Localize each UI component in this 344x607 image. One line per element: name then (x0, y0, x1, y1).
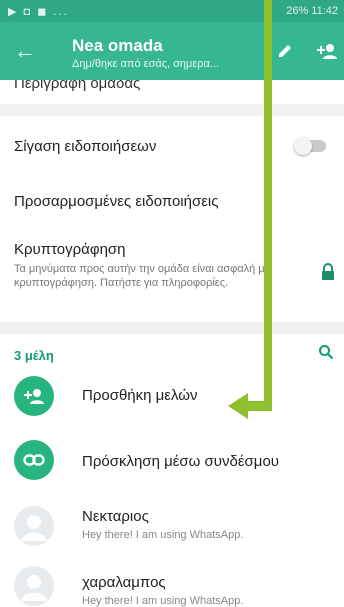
divider (0, 104, 344, 116)
member-name[interactable]: χαραλαμπος (82, 574, 166, 591)
status-bar: ▶ ◘ ◼ ... 26% 11:42 (0, 0, 344, 22)
link-icon[interactable] (14, 440, 54, 480)
encryption-row[interactable]: Κρυπτογράφηση Τα μηνύματα προς αυτήν την… (14, 241, 330, 290)
mute-notifications-label: Σίγαση ειδοποιήσεων (14, 138, 157, 155)
custom-notifications-row[interactable]: Προσαρμοσμένες ειδοποιήσεις (14, 193, 330, 211)
group-subtitle: Δημ/θηκε από εσάς, σημερα... (72, 58, 220, 70)
person-icon[interactable] (14, 506, 54, 546)
members-count-label: 3 μέλη (14, 348, 54, 363)
status-right-text: 26% 11:42 (286, 5, 338, 17)
encryption-description: Τα μηνύματα προς αυτήν την ομάδα είναι α… (14, 263, 270, 289)
person-icon[interactable] (14, 566, 54, 606)
mute-toggle[interactable] (294, 137, 326, 155)
encryption-title: Κρυπτογράφηση (14, 241, 126, 258)
status-left-icons: ▶ ◘ ◼ ... (8, 6, 69, 18)
group-description-row[interactable]: Περιγραφή ομάδας (14, 80, 140, 92)
app-bar: ← Nea omada Δημ/θηκε από εσάς, σημερα... (0, 22, 344, 80)
mute-notifications-row[interactable]: Σίγαση ειδοποιήσεων (14, 138, 330, 156)
arrow-back-icon[interactable]: ← (10, 36, 40, 66)
custom-notifications-label: Προσαρμοσμένες ειδοποιήσεις (14, 193, 219, 210)
invite-link-label[interactable]: Πρόσκληση μέσω συνδέσμου (82, 453, 279, 470)
lock-icon (321, 263, 335, 286)
member-name[interactable]: Νεκταριος (82, 508, 149, 525)
member-status: Hey there! I am using WhatsApp. (82, 595, 244, 607)
add-members-label[interactable]: Προσθήκη μελών (82, 387, 197, 404)
member-status: Hey there! I am using WhatsApp. (82, 529, 244, 541)
search-icon[interactable] (318, 344, 334, 365)
annotation-arrow-line (264, 0, 272, 408)
annotation-arrowhead (228, 393, 272, 424)
pencil-icon[interactable] (272, 38, 298, 64)
group-title: Nea omada (72, 36, 163, 55)
divider (0, 322, 344, 334)
toggle-knob (294, 137, 312, 155)
add-person-icon[interactable] (314, 38, 340, 64)
add-members-icon[interactable] (14, 376, 54, 416)
